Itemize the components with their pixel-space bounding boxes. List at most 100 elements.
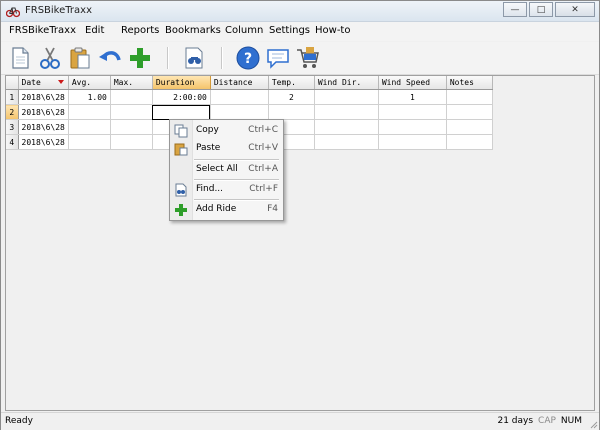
cell-avg[interactable] — [68, 104, 111, 120]
find-icon[interactable] — [181, 45, 207, 71]
cell-wind-speed[interactable] — [378, 104, 447, 120]
cell-notes[interactable] — [446, 134, 493, 150]
new-document-icon[interactable] — [7, 45, 33, 71]
column-header-temp[interactable]: Temp. — [268, 76, 315, 90]
minimize-button[interactable]: — — [503, 2, 527, 17]
row-header-corner[interactable] — [6, 76, 19, 90]
cell-notes[interactable] — [446, 104, 493, 120]
paste-icon[interactable] — [67, 45, 93, 71]
undo-icon[interactable] — [97, 45, 123, 71]
close-button[interactable]: ✕ — [555, 2, 595, 17]
cell-wind-speed[interactable]: 1 — [378, 89, 447, 105]
add-icon[interactable] — [127, 45, 153, 71]
header-row: Date Avg. Max. Duration Distance Temp. W… — [6, 76, 493, 90]
maximize-icon: □ — [536, 4, 546, 15]
column-header-date[interactable]: Date — [18, 76, 69, 90]
row-number[interactable]: 1 — [6, 89, 19, 105]
cell-temp[interactable]: 2 — [268, 89, 315, 105]
status-bar: Ready 21 days CAP NUM — [1, 412, 599, 430]
context-menu-paste[interactable]: Paste Ctrl+V — [170, 140, 283, 158]
cell-max[interactable] — [110, 89, 153, 105]
cell-date[interactable]: 2018\6\28 — [18, 134, 69, 150]
column-header-label: Date — [21, 78, 41, 87]
copy-icon — [174, 124, 188, 138]
context-menu: Copy Ctrl+C Paste Ctrl+V Select All Ctrl… — [169, 119, 284, 221]
context-menu-label: Copy — [196, 125, 219, 135]
column-header-avg[interactable]: Avg. — [68, 76, 111, 90]
cell-avg[interactable]: 1.00 — [68, 89, 111, 105]
column-header-notes[interactable]: Notes — [446, 76, 493, 90]
maximize-button[interactable]: □ — [529, 2, 553, 17]
column-header-wind-speed[interactable]: Wind Speed — [378, 76, 447, 90]
cell-notes[interactable] — [446, 119, 493, 135]
cell-date[interactable]: 2018\6\28 — [18, 119, 69, 135]
cell-wind-speed[interactable] — [378, 119, 447, 135]
cell-duration-selected[interactable] — [152, 104, 211, 120]
status-days: 21 days — [497, 416, 534, 426]
comment-icon[interactable] — [265, 45, 291, 71]
menu-edit[interactable]: Edit — [85, 25, 104, 36]
toolbar-separator — [221, 47, 223, 69]
menu-column[interactable]: Column — [225, 25, 263, 36]
resize-grip-icon[interactable] — [588, 419, 598, 429]
context-menu-add-ride[interactable]: Add Ride F4 — [170, 201, 283, 219]
context-menu-shortcut: Ctrl+F — [249, 184, 278, 194]
status-num-lock: NUM — [560, 416, 582, 426]
menu-frsbiketraxx[interactable]: FRSBikeTraxx — [9, 25, 76, 36]
table-row[interactable]: 1 2018\6\28 1.00 2:00:00 2 1 — [6, 89, 493, 105]
column-header-wind-dir[interactable]: Wind Dir. — [314, 76, 379, 90]
column-header-label: Avg. — [71, 78, 92, 87]
cell-wind-dir[interactable] — [314, 119, 379, 135]
cell-distance[interactable] — [210, 104, 269, 120]
cell-max[interactable] — [110, 134, 153, 150]
cart-icon[interactable] — [295, 45, 321, 71]
row-number[interactable]: 3 — [6, 119, 19, 135]
menu-reports[interactable]: Reports — [121, 25, 159, 36]
context-menu-label: Paste — [196, 143, 221, 153]
minimize-icon: — — [510, 4, 520, 15]
cell-date[interactable]: 2018\6\28 — [18, 89, 69, 105]
cell-notes[interactable] — [446, 89, 493, 105]
cell-avg[interactable] — [68, 119, 111, 135]
column-header-label: Wind Dir. — [317, 78, 362, 87]
paste-icon — [174, 143, 188, 156]
cell-max[interactable] — [110, 119, 153, 135]
cell-wind-speed[interactable] — [378, 134, 447, 150]
context-menu-label: Add Ride — [196, 204, 237, 214]
table-row[interactable]: 2 2018\6\28 — [6, 104, 493, 120]
help-icon[interactable]: ? — [235, 45, 261, 71]
cell-distance[interactable] — [210, 89, 269, 105]
column-header-max[interactable]: Max. — [110, 76, 153, 90]
column-header-label: Duration — [155, 78, 195, 87]
cell-wind-dir[interactable] — [314, 104, 379, 120]
context-menu-shortcut: F4 — [267, 204, 278, 214]
context-menu-label: Find... — [196, 184, 224, 194]
menu-bookmarks[interactable]: Bookmarks — [165, 25, 221, 36]
cut-icon[interactable] — [37, 45, 63, 71]
column-header-label: Temp. — [271, 78, 296, 87]
data-grid[interactable]: Date Avg. Max. Duration Distance Temp. W… — [5, 75, 595, 411]
column-header-label: Notes — [449, 78, 474, 87]
status-indicators: 21 days CAP NUM — [497, 416, 595, 426]
menu-how-to[interactable]: How-to — [315, 25, 350, 36]
cell-date[interactable]: 2018\6\28 — [18, 104, 69, 120]
find-icon — [175, 183, 187, 197]
cell-temp[interactable] — [268, 104, 315, 120]
cell-wind-dir[interactable] — [314, 89, 379, 105]
row-number[interactable]: 4 — [6, 134, 19, 150]
cell-max[interactable] — [110, 104, 153, 120]
column-header-label: Max. — [113, 78, 134, 87]
row-number[interactable]: 2 — [6, 104, 19, 120]
cell-avg[interactable] — [68, 134, 111, 150]
column-header-duration[interactable]: Duration — [152, 76, 211, 90]
cell-wind-dir[interactable] — [314, 134, 379, 150]
context-menu-shortcut: Ctrl+V — [248, 143, 278, 153]
context-menu-copy[interactable]: Copy Ctrl+C — [170, 122, 283, 140]
context-menu-find[interactable]: Find... Ctrl+F — [170, 181, 283, 199]
close-icon: ✕ — [571, 4, 579, 15]
column-header-distance[interactable]: Distance — [210, 76, 269, 90]
menu-settings[interactable]: Settings — [269, 25, 310, 36]
context-menu-shortcut: Ctrl+C — [248, 125, 278, 135]
context-menu-select-all[interactable]: Select All Ctrl+A — [170, 161, 283, 179]
cell-duration[interactable]: 2:00:00 — [152, 89, 211, 105]
